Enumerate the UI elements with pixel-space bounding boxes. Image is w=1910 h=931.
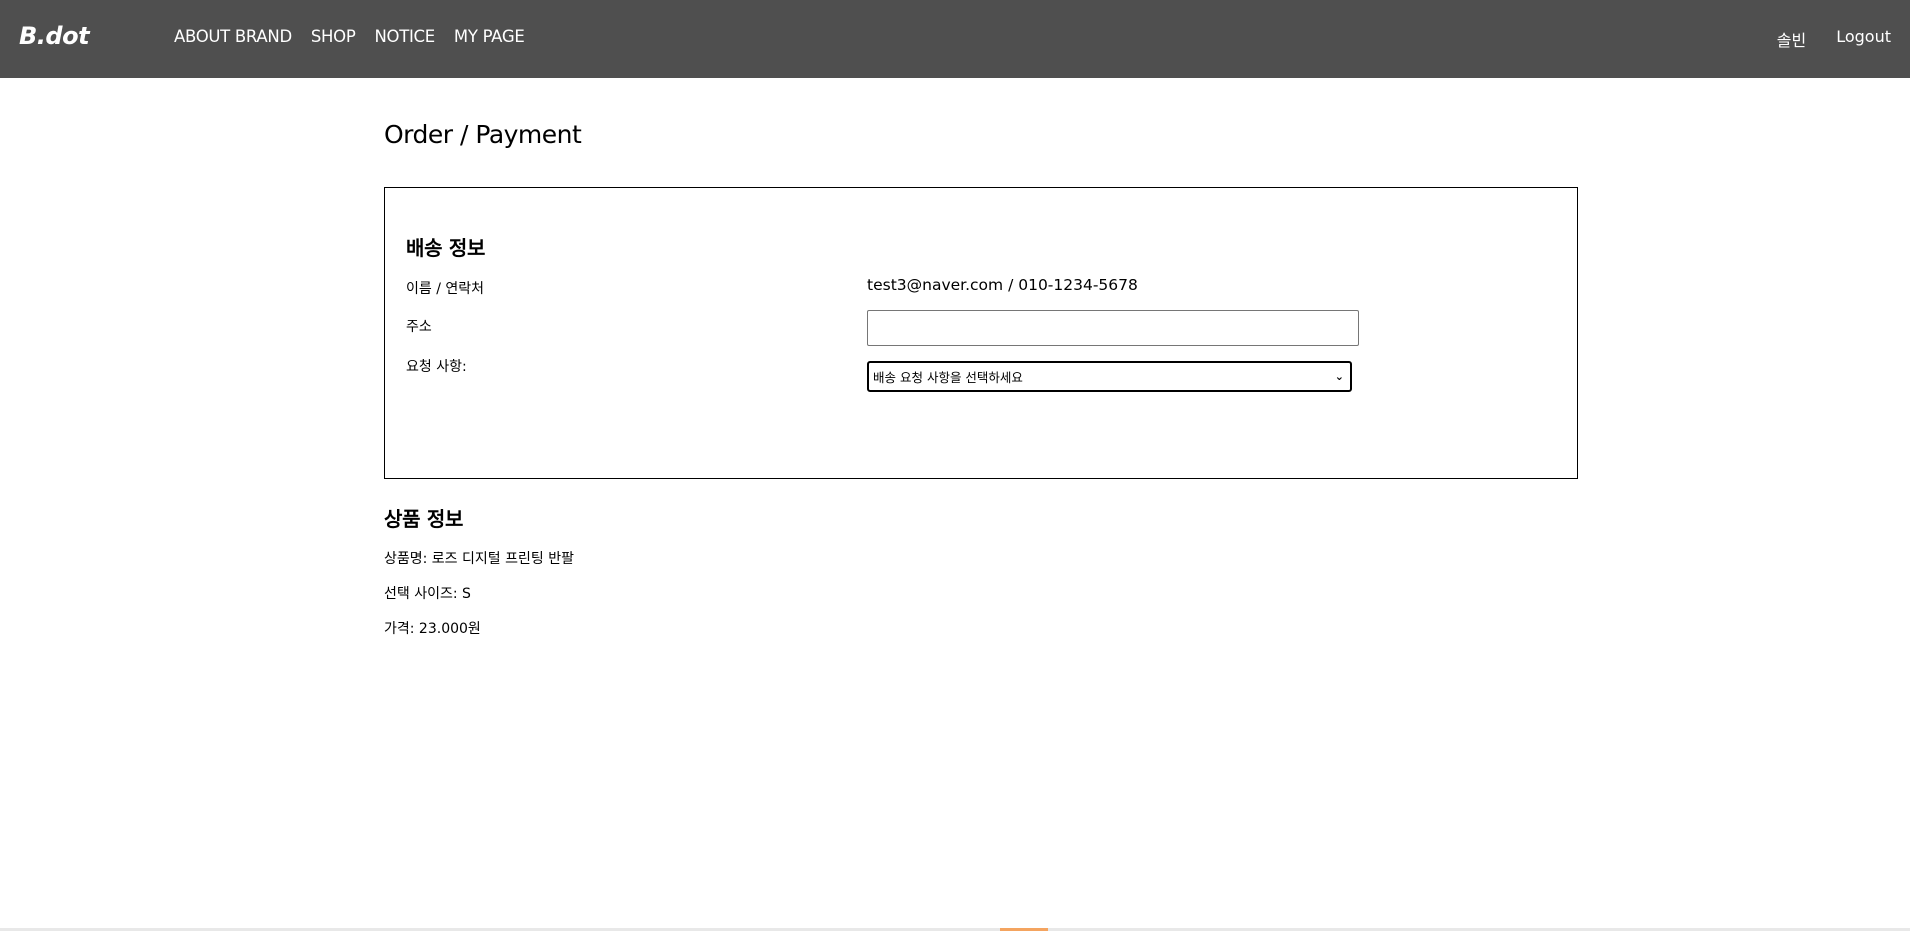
delivery-request-select[interactable]: 배송 요청 사항을 선택하세요 ⌄ (867, 361, 1352, 392)
chevron-down-icon: ⌄ (1334, 370, 1344, 383)
name-contact-value: test3@naver.com / 010-1234-5678 (867, 276, 1138, 294)
user-name: 솔빈 (1776, 31, 1807, 50)
nav-notice[interactable]: NOTICE (374, 27, 435, 46)
product-name: 상품명: 로즈 디지털 프린팅 반팔 (384, 551, 574, 567)
logout-link[interactable]: Logout (1836, 27, 1891, 51)
product-heading: 상품 정보 (384, 507, 464, 531)
main-nav: ABOUT BRAND SHOP NOTICE MY PAGE (174, 27, 525, 46)
address-input[interactable] (867, 310, 1359, 346)
nav-shop[interactable]: SHOP (311, 27, 356, 46)
request-label: 요청 사항: (406, 359, 467, 375)
shipping-heading: 배송 정보 (406, 236, 486, 260)
page-title: Order / Payment (384, 120, 582, 149)
user-area: 솔빈 Logout (1777, 27, 1891, 51)
shipping-info-box: 배송 정보 이름 / 연락처 test3@naver.com / 010-123… (384, 187, 1578, 479)
product-price: 가격: 23.000원 (384, 621, 481, 637)
selected-size: 선택 사이즈: S (384, 586, 471, 602)
nav-about-brand[interactable]: ABOUT BRAND (174, 27, 292, 46)
delivery-request-selected: 배송 요청 사항을 선택하세요 (873, 370, 1023, 385)
name-contact-label: 이름 / 연락처 (406, 281, 485, 297)
nav-my-page[interactable]: MY PAGE (454, 27, 525, 46)
address-label: 주소 (406, 319, 432, 335)
top-navigation-bar: B.dot ABOUT BRAND SHOP NOTICE MY PAGE 솔빈… (0, 0, 1910, 78)
brand-logo[interactable]: B.dot (19, 22, 90, 50)
